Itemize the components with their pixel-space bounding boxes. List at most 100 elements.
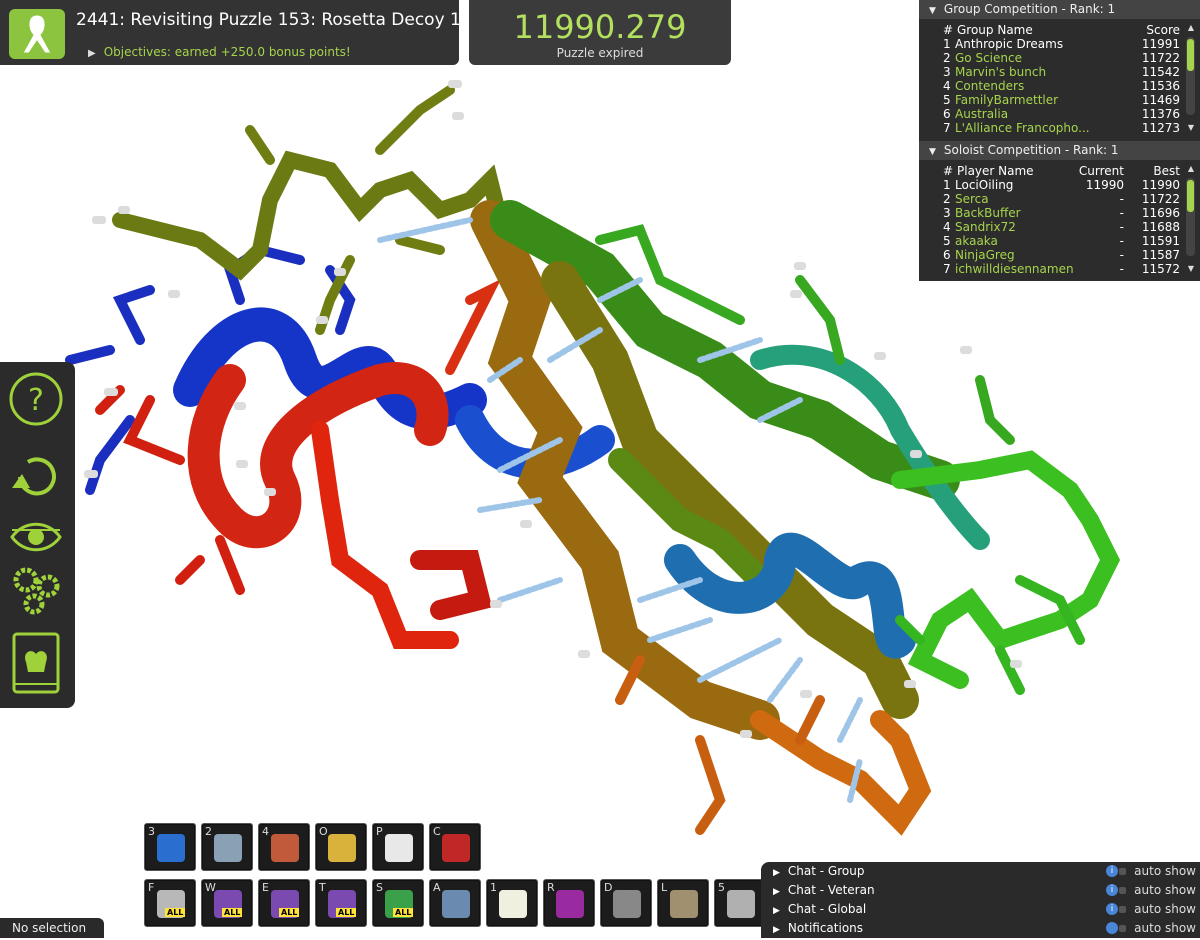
player-name: Serca [955, 192, 989, 206]
hotkey-label: T [319, 881, 326, 894]
tool-button-shake-all[interactable]: S ALL [372, 879, 424, 927]
scroll-down-icon[interactable]: ▼ [1188, 123, 1194, 132]
soloist-competition-title: Soloist Competition - Rank: 1 [943, 143, 1119, 157]
collapse-arrow-icon: ▼ [929, 6, 936, 16]
col-header-player-name: Player Name [957, 164, 1034, 178]
hotkey-label: A [433, 881, 441, 894]
info-icon[interactable]: i [1106, 884, 1118, 896]
player-name: NinjaGreg [955, 248, 1015, 262]
collapse-arrow-icon: ▼ [929, 147, 936, 157]
group-row[interactable]: 4 Contenders 11536 [927, 79, 1180, 93]
scroll-up-icon[interactable]: ▲ [1188, 23, 1194, 32]
tool-button-notes[interactable]: 1 [486, 879, 538, 927]
tool-button-sequence[interactable]: P [372, 823, 424, 871]
group-row[interactable]: 2 Go Science 11722 [927, 51, 1180, 65]
chat-channel-row[interactable]: ▶ Notifications auto show [773, 919, 1196, 938]
col-header-rank: # [943, 164, 954, 178]
group-score: 11722 [1141, 51, 1180, 65]
scrollbar-thumb[interactable] [1187, 39, 1194, 71]
all-badge: ALL [336, 908, 357, 917]
tool-button-rebuild[interactable]: A [429, 879, 481, 927]
group-row[interactable]: 5 FamilyBarmettler 11469 [927, 93, 1180, 107]
soloist-row[interactable]: 6 NinjaGreg - 11587 [927, 248, 1180, 262]
auto-show-checkbox[interactable] [1119, 887, 1126, 894]
soloist-scrollbar[interactable] [1186, 178, 1195, 256]
scrollbar-thumb[interactable] [1187, 180, 1194, 212]
soloist-row[interactable]: 3 BackBuffer - 11696 [927, 206, 1180, 220]
scroll-up-icon[interactable]: ▲ [1188, 164, 1194, 173]
soloist-row[interactable]: 1 LociOiling 11990 11990 [927, 178, 1180, 192]
group-rank: 5 [943, 93, 951, 107]
col-header-rank: # [943, 23, 954, 37]
group-row[interactable]: 6 Australia 11376 [927, 107, 1180, 121]
tool-button-remove-band[interactable]: R [543, 879, 595, 927]
chat-channel-row[interactable]: ▶ Chat - Global i auto show [773, 900, 1196, 919]
tool-button-shake[interactable]: O [315, 823, 367, 871]
settings-icon[interactable] [8, 562, 64, 616]
player-current: - [1119, 220, 1124, 234]
group-row[interactable]: 1 Anthropic Dreams 11991 [927, 37, 1180, 51]
auto-show-checkbox[interactable] [1119, 906, 1126, 913]
all-badge: ALL [222, 908, 243, 917]
player-rank: 3 [943, 206, 951, 220]
tool-button-backbone-all[interactable]: T ALL [315, 879, 367, 927]
view-icon[interactable] [8, 510, 64, 564]
tool-button-wiggle-all[interactable]: W ALL [201, 879, 253, 927]
player-current: - [1119, 192, 1124, 206]
player-rank: 5 [943, 234, 951, 248]
tool-button-freeze-all[interactable]: F ALL [144, 879, 196, 927]
soloist-row[interactable]: 7 ichwilldiesennamen - 11572 [927, 262, 1180, 276]
undo-icon[interactable] [8, 450, 64, 504]
help-icon[interactable]: ? [8, 372, 64, 426]
auto-show-checkbox[interactable] [1119, 925, 1126, 932]
chat-channel-row[interactable]: ▶ Chat - Group i auto show [773, 862, 1196, 881]
info-icon[interactable]: i [1106, 865, 1118, 877]
chat-channel-row[interactable]: ▶ Chat - Veteran i auto show [773, 881, 1196, 900]
hotkey-label: C [433, 825, 441, 838]
all-badge: ALL [393, 908, 414, 917]
hotkey-label: 2 [205, 825, 212, 838]
group-row[interactable]: 7 L'Alliance Francopho... 11273 [927, 121, 1180, 135]
auto-show-label: auto show [1134, 921, 1196, 935]
hotkey-label: 5 [718, 881, 725, 894]
hotkey-label: 1 [490, 881, 497, 894]
player-best: 11572 [1141, 262, 1180, 276]
chat-panel: ▶ Chat - Group i auto show ▶ Chat - Veteran i a… [761, 862, 1200, 938]
group-name: FamilyBarmettler [955, 93, 1059, 107]
tool-button-cut[interactable]: C [429, 823, 481, 871]
shake-icon [328, 834, 356, 862]
group-rank: 4 [943, 79, 951, 93]
player-best: 11688 [1141, 220, 1180, 234]
scroll-down-icon[interactable]: ▼ [1188, 264, 1194, 273]
group-name: Marvin's bunch [955, 65, 1047, 79]
tool-button-wiggle[interactable]: 4 [258, 823, 310, 871]
soloist-row[interactable]: 5 akaaka - 11591 [927, 234, 1180, 248]
soloist-row[interactable]: 4 Sandrix72 - 11688 [927, 220, 1180, 234]
svg-text:?: ? [28, 383, 44, 418]
chat-channel-label: Chat - Group [787, 864, 865, 878]
notification-icon[interactable] [1106, 922, 1118, 934]
ribbon-icon[interactable] [9, 9, 65, 59]
tool-button-clashes[interactable]: 5 [714, 879, 766, 927]
objectives-expander[interactable]: ▶ Objectives: earned +250.0 bonus points! [88, 45, 351, 59]
auto-show-checkbox[interactable] [1119, 868, 1126, 875]
group-rank: 2 [943, 51, 951, 65]
expand-arrow-icon: ▶ [773, 906, 780, 916]
tool-button-move[interactable]: 3 [144, 823, 196, 871]
player-name: ichwilldiesennamen [955, 262, 1074, 276]
tool-button-loop[interactable]: L [657, 879, 709, 927]
group-row[interactable]: 3 Marvin's bunch 11542 [927, 65, 1180, 79]
hotkey-label: L [661, 881, 668, 894]
group-competition-title: Group Competition - Rank: 1 [943, 2, 1116, 16]
soloist-row[interactable]: 2 Serca - 11722 [927, 192, 1180, 206]
group-scrollbar[interactable] [1186, 37, 1195, 115]
tool-button-tools[interactable]: 2 [201, 823, 253, 871]
group-name: L'Alliance Francopho... [955, 121, 1090, 135]
tool-button-sidechain-all[interactable]: E ALL [258, 879, 310, 927]
cookbook-icon[interactable] [8, 632, 64, 694]
soloist-competition-header[interactable]: ▼ Soloist Competition - Rank: 1 [919, 141, 1200, 160]
tool-button-mutate[interactable]: D [600, 879, 652, 927]
group-competition-header[interactable]: ▼ Group Competition - Rank: 1 [919, 0, 1200, 19]
tools-icon [214, 834, 242, 862]
info-icon[interactable]: i [1106, 903, 1118, 915]
